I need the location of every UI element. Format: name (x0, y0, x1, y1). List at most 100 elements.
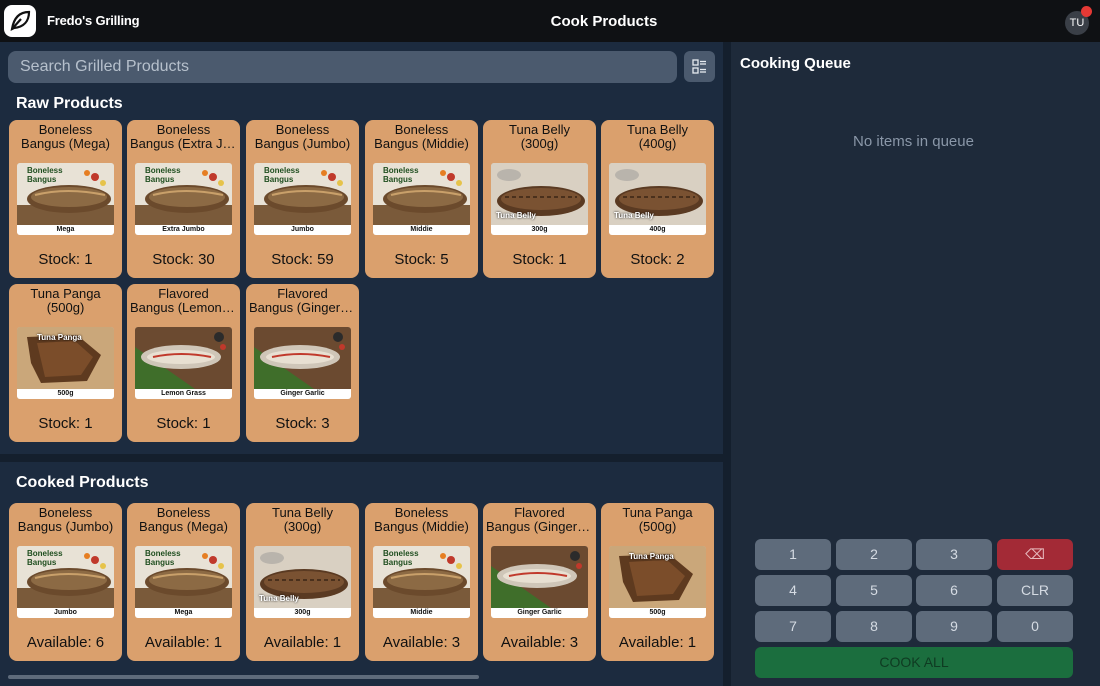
product-image-caption: Ginger Garlic (491, 608, 588, 618)
cook-all-button[interactable]: COOK ALL (755, 647, 1073, 678)
product-image-caption: Middie (373, 225, 470, 235)
product-image: Tuna Panga 500g (17, 327, 114, 399)
panel-divider (0, 454, 723, 462)
clear-key[interactable]: CLR (997, 575, 1073, 606)
available-count: Available: 3 (382, 634, 461, 651)
key-8[interactable]: 8 (836, 611, 912, 642)
product-name: Tuna Panga (500g) (30, 287, 101, 315)
raw-product-card[interactable]: Flavored Bangus (Ginger Garlic) Ginger G… (246, 284, 359, 442)
product-image: Boneless Bangus Middie (373, 163, 470, 235)
key-3[interactable]: 3 (916, 539, 992, 570)
product-image-caption: Mega (135, 608, 232, 618)
product-name: Tuna Belly (300g) (272, 506, 333, 534)
flavored-bangus-image (135, 327, 232, 389)
product-name: Boneless Bangus (Extra Jumbo) (130, 123, 237, 151)
product-name: Tuna Belly (400g) (627, 123, 688, 151)
image-brand-text: Tuna Belly (614, 211, 654, 220)
cooked-product-card[interactable]: Boneless Bangus (Middie) Boneless Bangus… (365, 503, 478, 661)
product-image: Boneless Bangus Mega (135, 546, 232, 618)
product-image: Tuna Belly 300g (254, 546, 351, 618)
cooked-product-card[interactable]: Boneless Bangus (Mega) Boneless Bangus M… (127, 503, 240, 661)
raw-product-card[interactable]: Boneless Bangus (Extra Jumbo) Boneless B… (127, 120, 240, 278)
product-name: Tuna Panga (500g) (622, 506, 693, 534)
product-image: Boneless Bangus Extra Jumbo (135, 163, 232, 235)
cooked-product-card[interactable]: Tuna Belly (300g) Tuna Belly 300g Availa… (246, 503, 359, 661)
raw-product-card[interactable]: Boneless Bangus (Middie) Boneless Bangus… (365, 120, 478, 278)
key-4[interactable]: 4 (755, 575, 831, 606)
stock-count: Stock: 1 (512, 251, 567, 268)
image-brand-text: Tuna Panga (37, 333, 82, 342)
product-image-caption: 400g (609, 225, 706, 235)
product-image-caption: Extra Jumbo (135, 225, 232, 235)
raw-product-card[interactable]: Boneless Bangus (Mega) Boneless Bangus M… (9, 120, 122, 278)
image-brand-text: Tuna Belly (259, 594, 299, 603)
raw-product-card[interactable]: Tuna Belly (300g) Tuna Belly 300g Stock:… (483, 120, 596, 278)
raw-product-card[interactable]: Tuna Panga (500g) Tuna Panga 500g Stock:… (9, 284, 122, 442)
product-name: Flavored Bangus (Ginger Garlic) (486, 506, 593, 534)
product-name: Flavored Bangus (Lemon Grass) (130, 287, 237, 315)
cooking-queue-title: Cooking Queue (740, 55, 851, 72)
stock-count: Stock: 1 (156, 415, 211, 432)
image-brand-text: Boneless Bangus (383, 549, 419, 567)
stock-count: Stock: 59 (271, 251, 334, 268)
product-name: Boneless Bangus (Mega) (21, 123, 110, 151)
product-image-caption: 300g (254, 608, 351, 618)
product-image: Tuna Panga 500g (609, 546, 706, 618)
cooked-product-card[interactable]: Tuna Panga (500g) Tuna Panga 500g Availa… (601, 503, 714, 661)
key-0[interactable]: 0 (997, 611, 1073, 642)
list-view-icon (692, 59, 706, 74)
product-image-caption: Ginger Garlic (254, 389, 351, 399)
view-toggle-button[interactable] (684, 51, 715, 82)
stock-count: Stock: 2 (630, 251, 685, 268)
product-name: Tuna Belly (300g) (509, 123, 570, 151)
product-name: Boneless Bangus (Middie) (374, 506, 469, 534)
raw-product-card[interactable]: Boneless Bangus (Jumbo) Boneless Bangus … (246, 120, 359, 278)
product-image: Boneless Bangus Mega (17, 163, 114, 235)
raw-products-title: Raw Products (16, 95, 123, 112)
product-image-caption: Jumbo (17, 608, 114, 618)
product-image: Ginger Garlic (491, 546, 588, 618)
flavored-bangus-image (254, 327, 351, 389)
available-count: Available: 1 (263, 634, 342, 651)
product-image: Boneless Bangus Jumbo (17, 546, 114, 618)
product-image-caption: 500g (609, 608, 706, 618)
raw-product-card[interactable]: Flavored Bangus (Lemon Grass) Lemon Gras… (127, 284, 240, 442)
stock-count: Stock: 5 (394, 251, 449, 268)
stock-count: Stock: 1 (38, 251, 93, 268)
product-name: Boneless Bangus (Jumbo) (254, 123, 351, 151)
search-input[interactable] (8, 51, 677, 83)
stock-count: Stock: 1 (38, 415, 93, 432)
vertical-divider (723, 42, 731, 686)
image-brand-text: Boneless Bangus (264, 166, 300, 184)
key-2[interactable]: 2 (836, 539, 912, 570)
product-image-caption: Jumbo (254, 225, 351, 235)
image-brand-text: Tuna Belly (496, 211, 536, 220)
product-image-caption: 500g (17, 389, 114, 399)
page-title: Cook Products (550, 13, 658, 30)
key-9[interactable]: 9 (916, 611, 992, 642)
available-count: Available: 6 (26, 634, 105, 651)
key-5[interactable]: 5 (836, 575, 912, 606)
backspace-key[interactable]: ⌫ (997, 539, 1073, 570)
product-image-caption: Mega (17, 225, 114, 235)
product-image: Ginger Garlic (254, 327, 351, 399)
cooked-product-card[interactable]: Flavored Bangus (Ginger Garlic) Ginger G… (483, 503, 596, 661)
product-image-caption: Middie (373, 608, 470, 618)
product-name: Boneless Bangus (Middie) (374, 123, 469, 151)
image-brand-text: Tuna Panga (629, 552, 674, 561)
image-brand-text: Boneless Bangus (27, 166, 63, 184)
available-count: Available: 1 (618, 634, 697, 651)
product-name: Boneless Bangus (Jumbo) (17, 506, 114, 534)
product-image: Tuna Belly 300g (491, 163, 588, 235)
key-7[interactable]: 7 (755, 611, 831, 642)
notification-dot (1081, 6, 1092, 17)
raw-product-card[interactable]: Tuna Belly (400g) Tuna Belly 400g Stock:… (601, 120, 714, 278)
flavored-bangus-image (491, 546, 588, 608)
key-6[interactable]: 6 (916, 575, 992, 606)
cooked-product-card[interactable]: Boneless Bangus (Jumbo) Boneless Bangus … (9, 503, 122, 661)
key-1[interactable]: 1 (755, 539, 831, 570)
horizontal-scrollbar[interactable] (8, 675, 479, 679)
product-name: Flavored Bangus (Ginger Garlic) (249, 287, 356, 315)
image-brand-text: Boneless Bangus (145, 549, 181, 567)
product-image: Boneless Bangus Jumbo (254, 163, 351, 235)
